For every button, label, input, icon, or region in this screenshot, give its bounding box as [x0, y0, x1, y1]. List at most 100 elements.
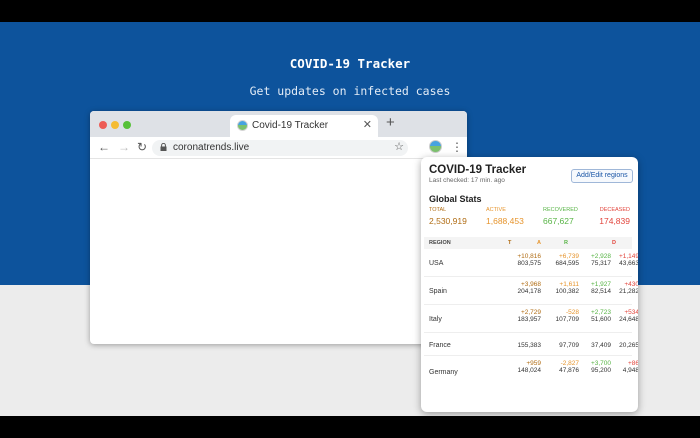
cell-recovered: +2,928 75,317: [591, 253, 611, 267]
last-checked: Last checked: 17 min. ago: [429, 177, 505, 184]
add-edit-regions-button[interactable]: Add/Edit regions: [571, 169, 633, 183]
global-recovered-value: 667,627: [543, 216, 574, 226]
hero-subtitle: Get updates on infected cases: [249, 84, 451, 98]
table-row: France 155,383 97,709 37,409 20,265: [424, 333, 638, 356]
region-name: France: [429, 342, 451, 349]
browser-window: Covid-19 Tracker ✕ + ← → ↻ coronatrends.…: [90, 111, 467, 344]
value-total: 183,957: [517, 316, 542, 323]
global-active: ACTIVE 1,688,453: [486, 207, 524, 226]
delta-active: +1,611: [559, 281, 579, 288]
global-active-value: 1,688,453: [486, 216, 524, 226]
cell-deceased: +1,149 43,663: [619, 253, 638, 267]
cell-deceased: +430 21,282: [619, 281, 638, 295]
cell-total: +959 148,024: [518, 360, 542, 374]
delta-active: +6,739: [558, 253, 579, 260]
browser-tab[interactable]: Covid-19 Tracker ✕: [230, 115, 378, 137]
value-active: 684,595: [555, 260, 580, 267]
column-header-deceased: D: [612, 240, 616, 246]
value-recovered: 82,514: [591, 288, 611, 295]
delta-total: +10,816: [517, 253, 541, 260]
value-deceased: 4,948: [622, 367, 638, 374]
lock-icon: [160, 143, 167, 151]
table-row: USA +10,816 803,575 +6,739 684,595 +2,928 75,3…: [424, 249, 638, 277]
cell-active: -2,827 47,876: [559, 360, 579, 374]
global-total-value: 2,530,919: [429, 216, 467, 226]
region-name: Germany: [429, 369, 458, 376]
column-header-recovered: R: [564, 240, 568, 246]
value-deceased: 24,648: [619, 316, 638, 323]
minimize-window-dot[interactable]: [111, 121, 119, 129]
delta-total: +959: [526, 360, 541, 367]
tab-bar: Covid-19 Tracker ✕ +: [90, 111, 467, 137]
star-icon[interactable]: ☆: [394, 140, 404, 153]
popup-title: COVID-19 Tracker: [429, 164, 527, 176]
cell-active: +1,611 100,382: [556, 281, 580, 295]
value-active: 107,709: [555, 316, 580, 323]
delta-recovered: +1,927: [590, 281, 611, 288]
delta-recovered: +2,928: [590, 253, 611, 260]
back-arrow-icon[interactable]: ←: [98, 140, 110, 154]
browser-toolbar: ← → ↻ coronatrends.live ☆ ⋮: [90, 137, 467, 159]
value-recovered: 75,317: [591, 260, 611, 267]
reload-icon[interactable]: ↻: [137, 140, 147, 154]
extension-popup: COVID-19 Tracker Last checked: 17 min. a…: [421, 157, 638, 412]
delta-recovered: +2,723: [590, 309, 611, 316]
cell-recovered: 37,409: [591, 342, 611, 349]
value-recovered: 37,409: [591, 342, 611, 349]
region-name: USA: [429, 260, 444, 267]
global-total-label: TOTAL: [429, 207, 447, 213]
url-text: coronatrends.live: [173, 142, 250, 153]
value-recovered: 95,200: [591, 367, 611, 374]
value-recovered: 51,600: [591, 316, 611, 323]
global-deceased: DECEASED 174,839: [599, 207, 630, 226]
cell-recovered: +3,700 95,200: [591, 360, 611, 374]
cell-recovered: +2,723 51,600: [591, 309, 611, 323]
table-row: Italy +2,729 183,957 -528 107,709 +2,723 51,60…: [424, 305, 638, 333]
region-name: Italy: [429, 316, 442, 323]
cell-total: +2,729 183,957: [518, 309, 542, 323]
global-recovered: RECOVERED 667,627: [543, 207, 578, 226]
tab-title: Covid-19 Tracker: [252, 120, 329, 131]
kebab-menu-icon[interactable]: ⋮: [451, 140, 463, 154]
close-window-dot[interactable]: [99, 121, 107, 129]
global-deceased-value: 174,839: [599, 216, 630, 226]
cell-total: 155,383: [518, 342, 542, 349]
address-bar[interactable]: coronatrends.live ☆: [152, 140, 408, 156]
delta-deceased: +534: [624, 309, 638, 316]
maximize-window-dot[interactable]: [123, 121, 131, 129]
value-deceased: 21,282: [619, 288, 638, 295]
table-row: Spain +3,968 204,178 +1,611 100,382 +1,927 82,…: [424, 277, 638, 305]
tab-close-icon[interactable]: ✕: [363, 118, 372, 131]
delta-active: -528: [565, 309, 579, 316]
forward-arrow-icon[interactable]: →: [118, 140, 130, 154]
delta-total: +2,729: [520, 309, 541, 316]
new-tab-icon[interactable]: +: [386, 114, 395, 131]
delta-recovered: +3,700: [590, 360, 611, 367]
table-header: REGION T A R D: [424, 237, 632, 249]
global-deceased-label: DECEASED: [599, 207, 630, 213]
cell-total: +3,968 204,178: [518, 281, 542, 295]
value-active: 47,876: [559, 367, 579, 374]
cell-active: -528 107,709: [556, 309, 580, 323]
extension-icon[interactable]: [429, 140, 442, 153]
value-total: 803,575: [517, 260, 542, 267]
delta-deceased: +1,149: [618, 253, 638, 260]
column-header-region: REGION: [429, 240, 451, 246]
value-deceased: 20,265: [619, 342, 638, 349]
value-total: 155,383: [517, 342, 542, 349]
global-total: TOTAL 2,530,919: [429, 207, 467, 226]
cell-active: 97,709: [559, 342, 579, 349]
cell-active: +6,739 684,595: [556, 253, 580, 267]
cell-recovered: +1,927 82,514: [591, 281, 611, 295]
value-active: 100,382: [555, 288, 580, 295]
delta-active: -2,827: [560, 360, 579, 367]
delta-total: +3,968: [520, 281, 541, 288]
delta-deceased: +86: [627, 360, 638, 367]
cell-deceased: +534 24,648: [619, 309, 638, 323]
column-header-active: A: [537, 240, 541, 246]
cell-deceased: 20,265: [619, 342, 638, 349]
value-deceased: 43,663: [619, 260, 638, 267]
marketing-stage: COVID-19 Tracker Get updates on infected…: [0, 22, 700, 416]
cell-total: +10,816 803,575: [517, 253, 541, 267]
value-total: 204,178: [517, 288, 542, 295]
